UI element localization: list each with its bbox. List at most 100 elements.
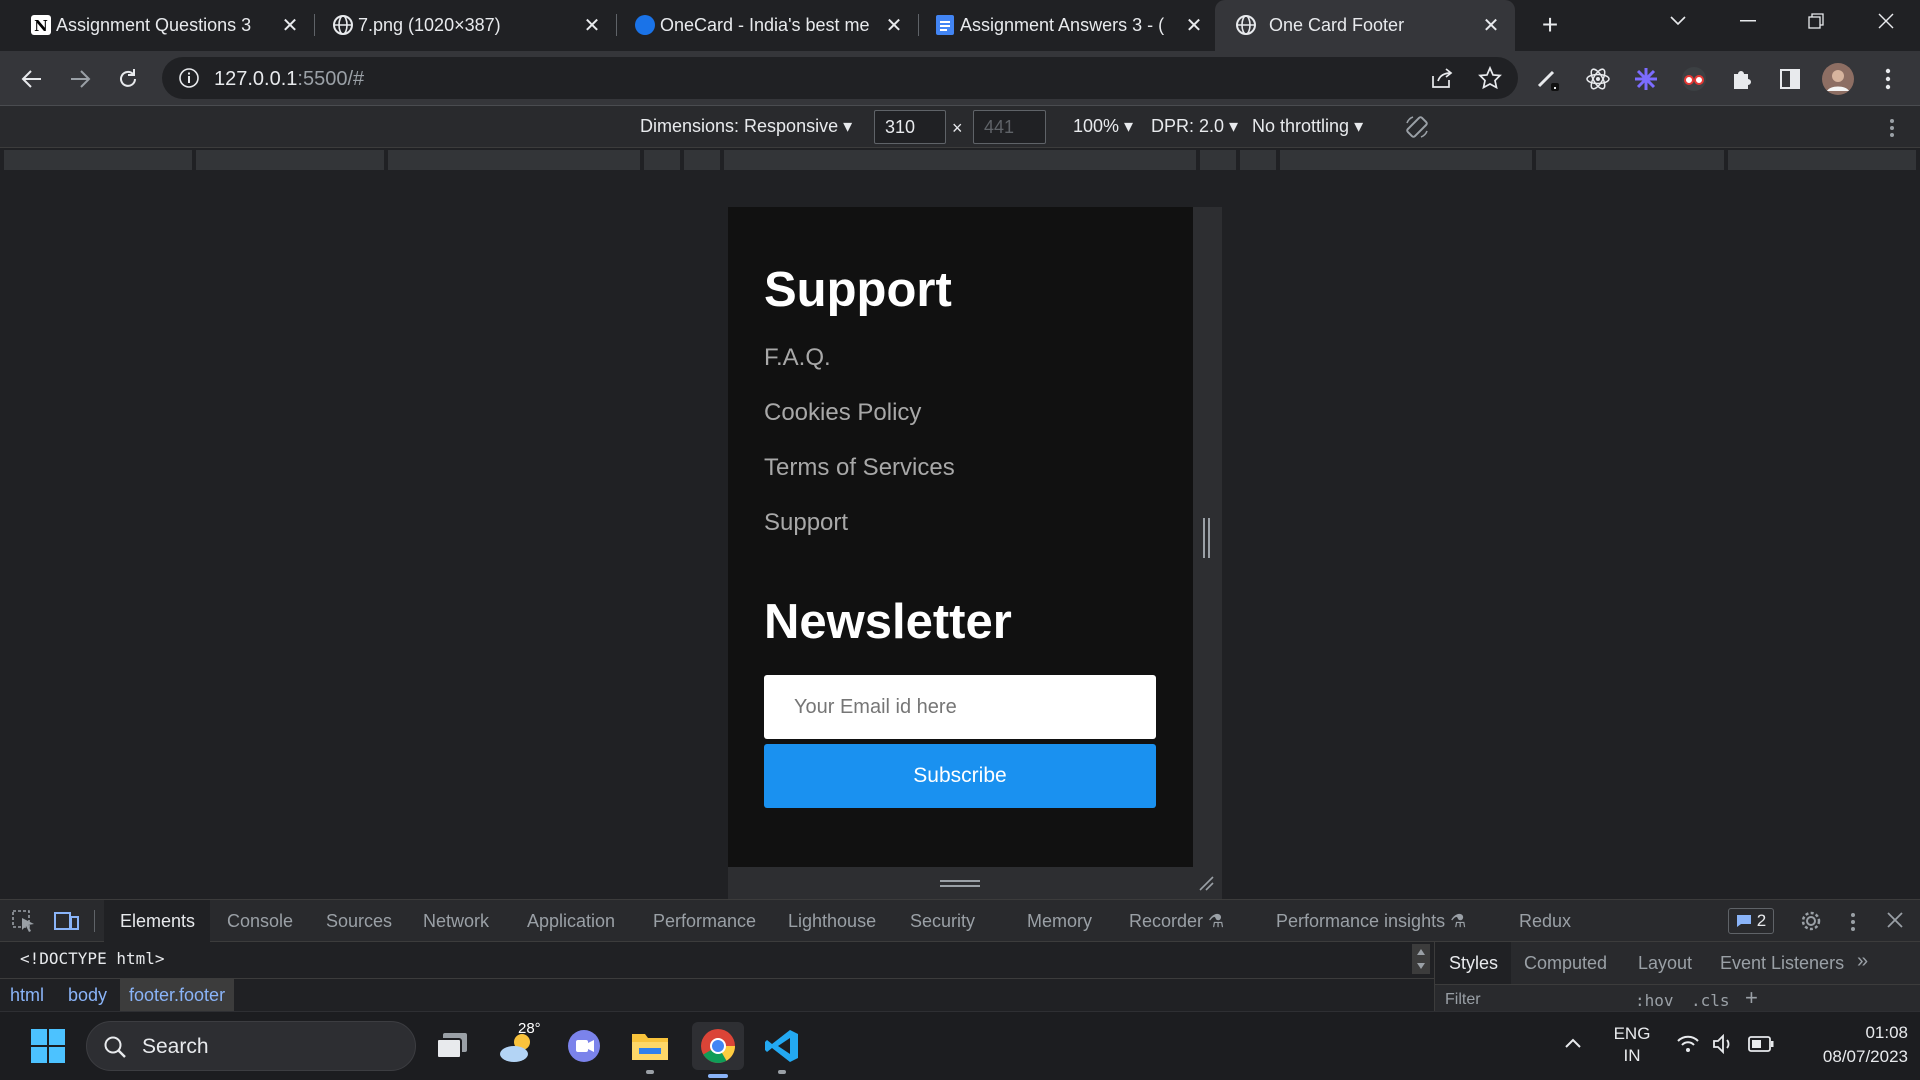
tab-sources[interactable]: Sources xyxy=(326,911,392,932)
close-icon[interactable]: ✕ xyxy=(580,13,604,37)
email-field[interactable] xyxy=(764,675,1156,739)
tab-assignment-questions[interactable]: N Assignment Questions 3 ✕ xyxy=(26,0,308,51)
new-tab-button[interactable]: + xyxy=(1522,4,1578,46)
cls-toggle[interactable]: .cls xyxy=(1691,991,1730,1010)
tab-application[interactable]: Application xyxy=(527,911,615,932)
height-input[interactable]: 441 xyxy=(973,110,1046,144)
close-icon[interactable]: ✕ xyxy=(1182,13,1206,37)
asterisk-extension-icon[interactable] xyxy=(1628,61,1664,97)
footer-link-support[interactable]: Support xyxy=(764,509,848,537)
media-query-segment[interactable] xyxy=(388,150,640,170)
tab-computed[interactable]: Computed xyxy=(1524,953,1607,974)
tab-network[interactable]: Network xyxy=(423,911,489,932)
filter-input[interactable]: Filter xyxy=(1445,991,1481,1009)
media-query-segment[interactable] xyxy=(644,150,680,170)
clock[interactable]: 01:08 08/07/2023 xyxy=(1790,1021,1908,1069)
tab-recorder[interactable]: Recorder ⚗ xyxy=(1129,911,1224,932)
rotate-icon[interactable] xyxy=(1404,114,1430,140)
viewport-resize-handle-bottom[interactable] xyxy=(728,867,1222,899)
show-hidden-icons-chevron-icon[interactable] xyxy=(1564,1037,1582,1049)
media-query-segment[interactable] xyxy=(724,150,1196,170)
glasses-extension-icon[interactable] xyxy=(1676,61,1712,97)
back-button[interactable] xyxy=(14,61,50,97)
media-query-segment[interactable] xyxy=(4,150,192,170)
media-query-segment[interactable] xyxy=(684,150,720,170)
footer-link-terms[interactable]: Terms of Services xyxy=(764,454,955,482)
close-icon[interactable]: ✕ xyxy=(278,13,302,37)
throttling-dropdown[interactable]: No throttling ▾ xyxy=(1252,116,1363,137)
inspect-element-icon[interactable] xyxy=(12,910,36,932)
dpr-dropdown[interactable]: DPR: 2.0 ▾ xyxy=(1151,116,1238,137)
settings-gear-icon[interactable] xyxy=(1800,910,1822,932)
task-view-icon[interactable] xyxy=(428,1022,476,1070)
footer-link-cookies-policy[interactable]: Cookies Policy xyxy=(764,399,921,427)
issues-badge[interactable]: 2 xyxy=(1728,908,1774,934)
file-explorer-icon[interactable] xyxy=(626,1022,674,1074)
tab-redux[interactable]: Redux xyxy=(1519,911,1571,932)
more-tabs-icon[interactable]: » xyxy=(1857,950,1868,973)
tab-one-card-footer[interactable]: One Card Footer ✕ xyxy=(1215,0,1515,51)
tab-search-chevron-icon[interactable] xyxy=(1650,0,1706,42)
bookmark-star-icon[interactable] xyxy=(1478,66,1502,90)
taskbar-search[interactable]: Search xyxy=(86,1021,416,1071)
vscode-icon[interactable] xyxy=(758,1022,806,1074)
side-panel-icon[interactable] xyxy=(1772,61,1808,97)
forward-button[interactable] xyxy=(62,61,98,97)
react-devtools-icon[interactable] xyxy=(1580,61,1616,97)
close-window-button[interactable] xyxy=(1858,0,1914,42)
viewport-resize-handle-right[interactable] xyxy=(1193,207,1222,867)
tab-memory[interactable]: Memory xyxy=(1027,911,1092,932)
footer-link-faq[interactable]: F.A.Q. xyxy=(764,344,831,372)
language-indicator[interactable]: ENG IN xyxy=(1610,1023,1654,1067)
tab-lighthouse[interactable]: Lighthouse xyxy=(788,911,876,932)
tab-styles[interactable]: Styles xyxy=(1449,953,1498,974)
media-query-segment[interactable] xyxy=(1280,150,1532,170)
info-icon[interactable] xyxy=(178,67,200,89)
pen-extension-icon[interactable] xyxy=(1530,61,1566,97)
media-query-segment[interactable] xyxy=(1536,150,1724,170)
width-input[interactable]: 310 xyxy=(874,110,946,144)
device-toolbar-menu-icon[interactable] xyxy=(1889,118,1895,138)
chrome-menu-icon[interactable] xyxy=(1870,61,1906,97)
media-query-bar[interactable] xyxy=(0,148,1920,174)
add-rule-icon[interactable]: + xyxy=(1745,985,1758,1011)
hov-toggle[interactable]: :hov xyxy=(1635,991,1674,1010)
tab-onecard[interactable]: OneCard - India's best me ✕ xyxy=(630,0,912,51)
teams-chat-icon[interactable] xyxy=(560,1022,608,1070)
breadcrumb-footer[interactable]: footer.footer xyxy=(120,979,235,1012)
close-devtools-icon[interactable] xyxy=(1887,912,1903,928)
close-icon[interactable]: ✕ xyxy=(882,13,906,37)
share-icon[interactable] xyxy=(1430,67,1454,89)
device-toolbar-toggle-icon[interactable] xyxy=(54,910,80,932)
tab-7png[interactable]: 7.png (1020×387) ✕ xyxy=(328,0,610,51)
avatar[interactable] xyxy=(1820,61,1856,97)
tab-elements[interactable]: Elements xyxy=(120,911,195,932)
restore-button[interactable] xyxy=(1788,0,1844,42)
battery-icon[interactable] xyxy=(1748,1036,1774,1052)
tab-layout[interactable]: Layout xyxy=(1638,953,1692,974)
tab-security[interactable]: Security xyxy=(910,911,975,932)
dimensions-dropdown[interactable]: Dimensions: Responsive ▾ xyxy=(640,116,852,137)
tab-event-listeners[interactable]: Event Listeners xyxy=(1720,953,1844,974)
chrome-taskbar-icon[interactable] xyxy=(692,1022,744,1078)
scroll-arrows[interactable] xyxy=(1412,944,1430,974)
breadcrumb-body[interactable]: body xyxy=(68,985,107,1006)
zoom-dropdown[interactable]: 100% ▾ xyxy=(1073,116,1133,137)
media-query-segment[interactable] xyxy=(1240,150,1276,170)
media-query-segment[interactable] xyxy=(1200,150,1236,170)
wifi-icon[interactable] xyxy=(1676,1034,1700,1054)
tab-performance-insights[interactable]: Performance insights ⚗ xyxy=(1276,911,1466,932)
close-icon[interactable]: ✕ xyxy=(1479,13,1503,37)
media-query-segment[interactable] xyxy=(196,150,384,170)
windows-start-icon[interactable] xyxy=(24,1022,72,1070)
address-bar[interactable]: 127.0.0.1:5500/# xyxy=(162,57,1518,99)
tab-performance[interactable]: Performance xyxy=(653,911,756,932)
dom-doctype-node[interactable]: <!DOCTYPE html> xyxy=(20,949,165,968)
media-query-segment[interactable] xyxy=(1728,150,1916,170)
subscribe-button[interactable]: Subscribe xyxy=(764,744,1156,808)
weather-icon[interactable]: 28° xyxy=(494,1020,542,1070)
extensions-puzzle-icon[interactable] xyxy=(1724,61,1760,97)
minimize-button[interactable] xyxy=(1720,0,1776,42)
tab-assignment-answers[interactable]: Assignment Answers 3 - ( ✕ xyxy=(930,0,1212,51)
breadcrumb-html[interactable]: html xyxy=(10,985,44,1006)
